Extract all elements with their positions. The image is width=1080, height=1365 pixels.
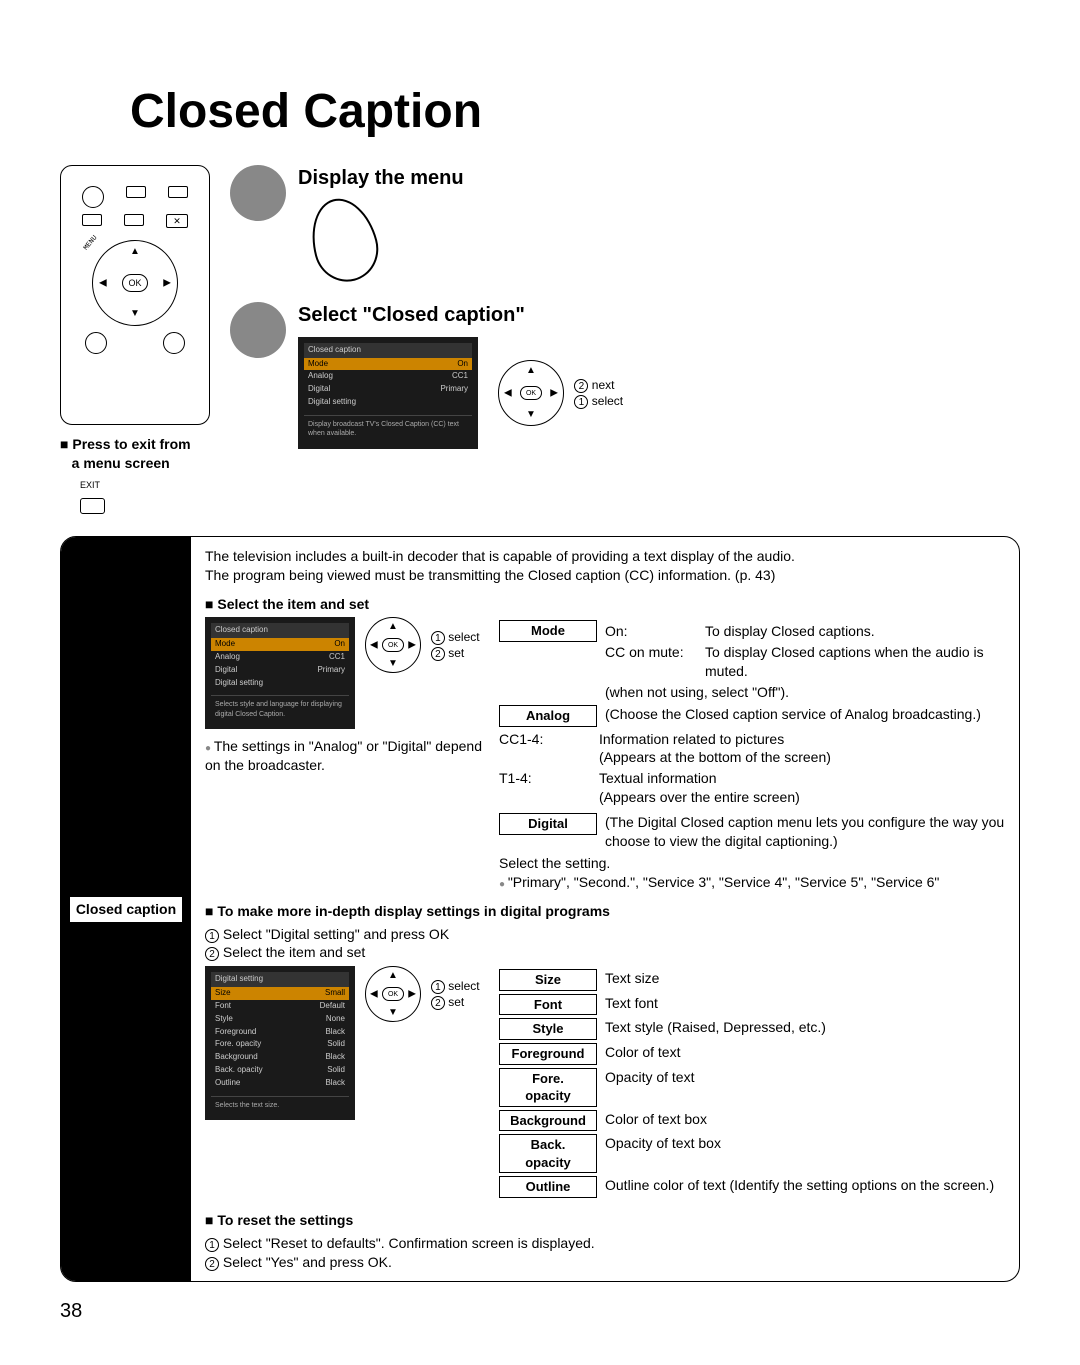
dpad-icon: ▲ ▼ ◀ ▶ MENU OK <box>92 240 178 326</box>
exit-button-icon <box>80 498 105 514</box>
remote-illustration: ✕ ▲ ▼ ◀ ▶ MENU OK <box>60 165 210 425</box>
analog-digital-note: The settings in "Analog" or "Digital" de… <box>205 737 485 775</box>
h-reset: To reset the settings <box>205 1211 1005 1230</box>
osd-row: BackgroundBlack <box>211 1051 349 1064</box>
step-1-bubble <box>230 165 286 221</box>
option-row: ForegroundColor of text <box>499 1043 1005 1065</box>
opt-size: Size <box>499 969 597 991</box>
close-button-icon: ✕ <box>166 214 188 228</box>
step-2-bubble <box>230 302 286 358</box>
option-row: BackgroundColor of text box <box>499 1110 1005 1132</box>
option-row: Back. opacityOpacity of text box <box>499 1134 1005 1173</box>
osd-row: DigitalPrimary <box>304 383 472 396</box>
option-row: OutlineOutline color of text (Identify t… <box>499 1176 1005 1198</box>
cc-intro-2: The program being viewed must be transmi… <box>205 566 1005 585</box>
osd-row: Digital setting <box>211 677 349 690</box>
exit-note: ■ Press to exit from a menu screen <box>60 435 230 473</box>
opt-foreground: Foreground <box>499 1043 597 1065</box>
page-title: Closed Caption <box>130 80 1020 145</box>
osd-row: AnalogCC1 <box>211 651 349 664</box>
osd-row: Back. opacitySolid <box>211 1064 349 1077</box>
opt-digital: Digital <box>499 813 597 835</box>
osd-row: ForegroundBlack <box>211 1026 349 1039</box>
osd-row: OutlineBlack <box>211 1077 349 1090</box>
osd-row: ModeOn <box>304 358 472 371</box>
opt-background: Background <box>499 1110 597 1132</box>
h-digital-settings: To make more in-depth display settings i… <box>205 902 1005 921</box>
osd-closed-caption: Closed caption ModeOnAnalogCC1DigitalPri… <box>298 337 478 449</box>
osd-row: Fore. opacitySolid <box>211 1038 349 1051</box>
osd-row: ModeOn <box>211 638 349 651</box>
option-row: SizeText size <box>499 969 1005 991</box>
step-2-title: Select "Closed caption" <box>298 302 1020 329</box>
page-number: 38 <box>60 1298 1020 1325</box>
opt-font: Font <box>499 994 597 1016</box>
opt-mode: Mode <box>499 620 597 642</box>
hand-icon <box>302 191 386 289</box>
osd-row: DigitalPrimary <box>211 664 349 677</box>
exit-label: EXIT <box>80 480 100 490</box>
opt-fore-opacity: Fore. opacity <box>499 1068 597 1107</box>
opt-outline: Outline <box>499 1176 597 1198</box>
closed-caption-table: Closed caption The television includes a… <box>60 536 1020 1283</box>
osd-row: FontDefault <box>211 1000 349 1013</box>
osd-row: StyleNone <box>211 1013 349 1026</box>
nav-dpad-icon: ▲ ▼ ◀ ▶ OK <box>498 360 564 426</box>
opt-back-opacity: Back. opacity <box>499 1134 597 1173</box>
opt-style: Style <box>499 1018 597 1040</box>
menu-label: MENU <box>82 234 100 253</box>
ok-button-icon: OK <box>122 274 148 292</box>
step-1-title: Display the menu <box>298 165 464 192</box>
cc-intro-1: The television includes a built-in decod… <box>205 547 1005 566</box>
nav-dpad-small-icon: ▲ ▼ ◀ ▶ OK <box>365 617 421 673</box>
nav-labels: 2 next 1 select <box>574 377 623 409</box>
option-row: Fore. opacityOpacity of text <box>499 1068 1005 1107</box>
row-label-closed-caption: Closed caption <box>69 896 183 923</box>
osd-row: Digital setting <box>304 396 472 409</box>
opt-analog: Analog <box>499 705 597 727</box>
osd-digital-setting: Digital setting SizeSmallFontDefaultStyl… <box>205 966 355 1120</box>
osd-cc-small: Closed caption ModeOnAnalogCC1DigitalPri… <box>205 617 355 729</box>
osd-row: AnalogCC1 <box>304 370 472 383</box>
digital-services-list: "Primary", "Second.", "Service 3", "Serv… <box>499 873 1005 892</box>
option-row: StyleText style (Raised, Depressed, etc.… <box>499 1018 1005 1040</box>
option-row: FontText font <box>499 994 1005 1016</box>
nav-dpad-small-2-icon: ▲ ▼ ◀ ▶ OK <box>365 966 421 1022</box>
osd-row: SizeSmall <box>211 987 349 1000</box>
h-select-item: Select the item and set <box>205 595 1005 614</box>
